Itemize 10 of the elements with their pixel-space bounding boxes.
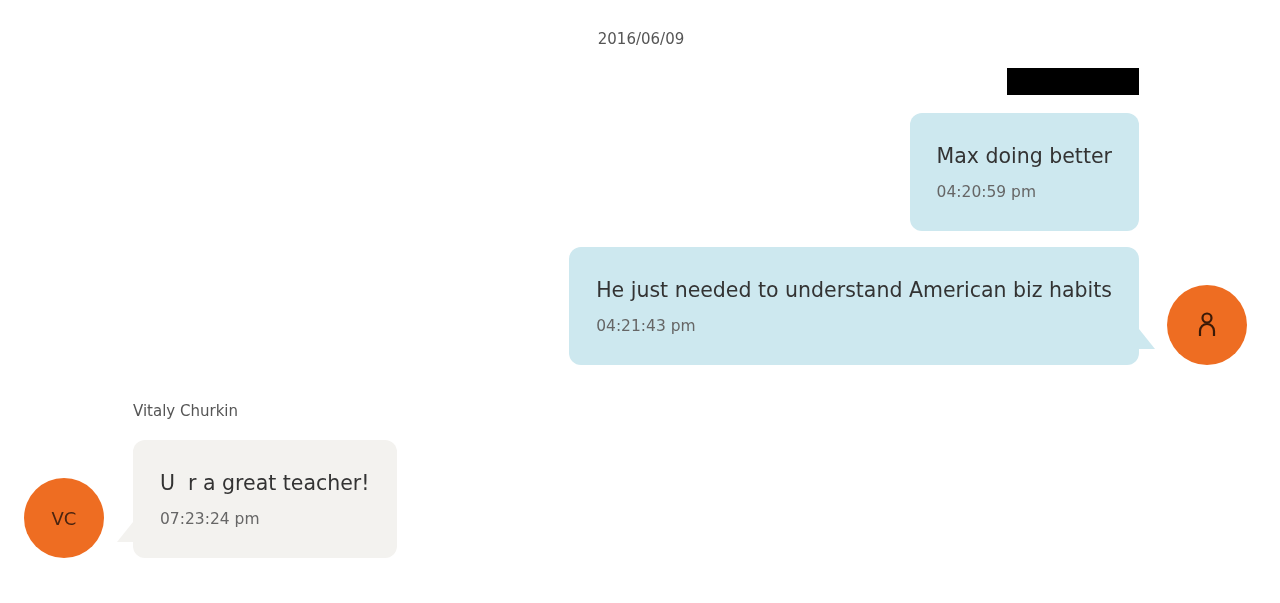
person-icon (1198, 312, 1216, 338)
message-text: Max doing better (936, 143, 1112, 170)
message-text: He just needed to understand American biz habits (596, 277, 1112, 304)
message-text: U r a great teacher! (160, 470, 370, 497)
message-time: 07:23:24 pm (160, 509, 261, 529)
sender-name: Vitaly Churkin (133, 401, 239, 421)
initials-avatar: VC (24, 478, 104, 558)
date-label: 2016/06/09 (596, 30, 685, 48)
message-time: 04:21:43 pm (596, 316, 697, 336)
message-time: 04:20:59 pm (936, 182, 1038, 202)
